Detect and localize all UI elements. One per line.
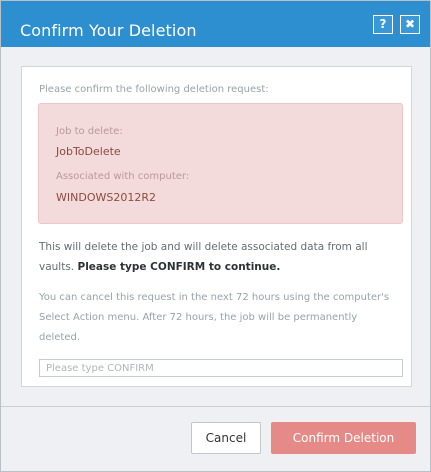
help-icon: ? <box>379 17 387 31</box>
cancel-button[interactable]: Cancel <box>191 422 261 454</box>
confirm-deletion-button[interactable]: Confirm Deletion <box>271 422 416 454</box>
deletion-details-box: Job to delete: JobToDelete Associated wi… <box>38 103 403 224</box>
computer-value: WINDOWS2012R2 <box>56 191 156 204</box>
confirm-input[interactable] <box>39 359 403 377</box>
dialog-content: Please confirm the following deletion re… <box>21 66 412 387</box>
dialog-titlebar: Confirm Your Deletion ? ✖ <box>1 1 430 47</box>
intro-text: Please confirm the following deletion re… <box>39 84 269 95</box>
confirm-deletion-dialog: Confirm Your Deletion ? ✖ Please confirm… <box>0 0 431 472</box>
computer-label: Associated with computer: <box>56 171 190 182</box>
warning-instruction: Please type CONFIRM to continue. <box>77 261 281 273</box>
warning-paragraph: This will delete the job and will delete… <box>39 237 399 277</box>
dialog-title: Confirm Your Deletion <box>20 21 197 40</box>
close-icon: ✖ <box>404 17 416 31</box>
job-value: JobToDelete <box>56 145 121 158</box>
cancel-info-text: You can cancel this request in the next … <box>39 292 390 343</box>
footer-divider <box>1 406 430 407</box>
help-button[interactable]: ? <box>373 15 393 34</box>
job-label: Job to delete: <box>56 126 123 137</box>
close-button[interactable]: ✖ <box>400 15 420 34</box>
